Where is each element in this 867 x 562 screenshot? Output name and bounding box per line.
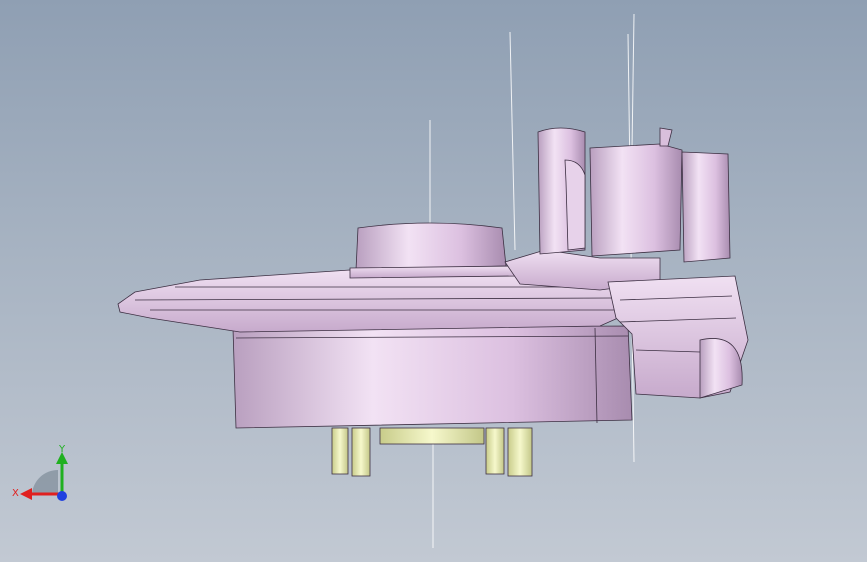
connector-pins: [331, 427, 533, 477]
coordinate-triad: Y X: [12, 444, 68, 501]
cad-graphics-viewport[interactable]: Y X: [0, 0, 867, 562]
nut-column: [681, 151, 731, 263]
pin: [331, 427, 349, 475]
main-housing-cylinder: [232, 325, 633, 429]
cad-model-view[interactable]: [0, 0, 867, 562]
x-axis-label: X: [12, 488, 19, 499]
triad-plane: [32, 469, 58, 494]
y-axis-label: Y: [58, 444, 66, 455]
valve-body: [589, 143, 683, 257]
pin-bridge: [379, 427, 485, 445]
cad-part: [117, 127, 749, 477]
x-axis-arrow: [20, 488, 32, 500]
pin: [351, 427, 371, 477]
pin: [507, 427, 533, 477]
construction-line: [509, 31, 516, 251]
top-cylinder: [355, 222, 507, 271]
pin: [485, 427, 505, 475]
z-axis-dot: [57, 491, 67, 501]
construction-line: [631, 13, 635, 151]
